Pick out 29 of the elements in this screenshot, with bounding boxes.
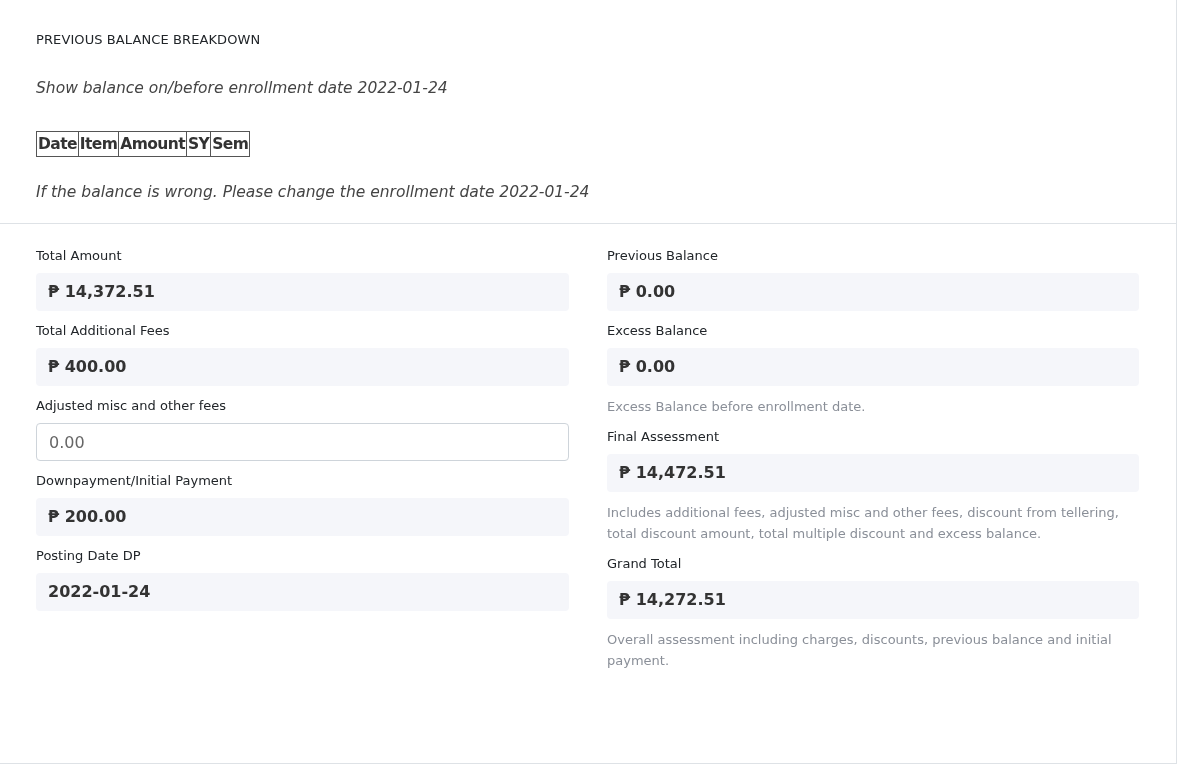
value-display: ₱ 400.00 (36, 348, 569, 386)
field-label: Posting Date DP (36, 548, 142, 563)
section-title: PREVIOUS BALANCE BREAKDOWN (36, 32, 262, 47)
field-label: Final Assessment (607, 429, 721, 444)
column-header: Amount (118, 131, 187, 157)
note-text: Show balance on/before enrollment date 2022-01-24 (36, 79, 449, 97)
field-label: Adjusted misc and other fees (36, 398, 228, 413)
field-label: Downpayment/Initial Payment (36, 473, 234, 488)
field-label: Excess Balance (607, 323, 709, 338)
column-header: SY (186, 131, 211, 157)
help-text: Includes additional fees, adjusted misc and other fees, discount from tellering, total discount amount, total multiple discount and excess balance. (607, 504, 1120, 543)
value-display: ₱ 14,372.51 (36, 273, 569, 311)
value-display: ₱ 14,272.51 (607, 581, 1139, 619)
column-header: Item (78, 131, 119, 157)
field-label: Previous Balance (607, 248, 719, 263)
value-display: ₱ 14,472.51 (607, 454, 1139, 492)
column-header: Sem (210, 131, 250, 157)
value-display: ₱ 200.00 (36, 498, 569, 536)
field-label: Total Additional Fees (36, 323, 171, 338)
help-text: Excess Balance before enrollment date. (607, 398, 867, 416)
column-header: Date (36, 131, 79, 157)
input-field[interactable]: 0.00 (36, 423, 569, 461)
field-label: Grand Total (607, 556, 683, 571)
value-display: ₱ 0.00 (607, 348, 1139, 386)
note-text: If the balance is wrong. Please change the enrollment date 2022-01-24 (36, 183, 591, 201)
field-label: Total Amount (36, 248, 123, 263)
value-display: ₱ 0.00 (607, 273, 1139, 311)
value-display: 2022-01-24 (36, 573, 569, 611)
help-text: Overall assessment including charges, discounts, previous balance and initial payment. (607, 631, 1113, 670)
